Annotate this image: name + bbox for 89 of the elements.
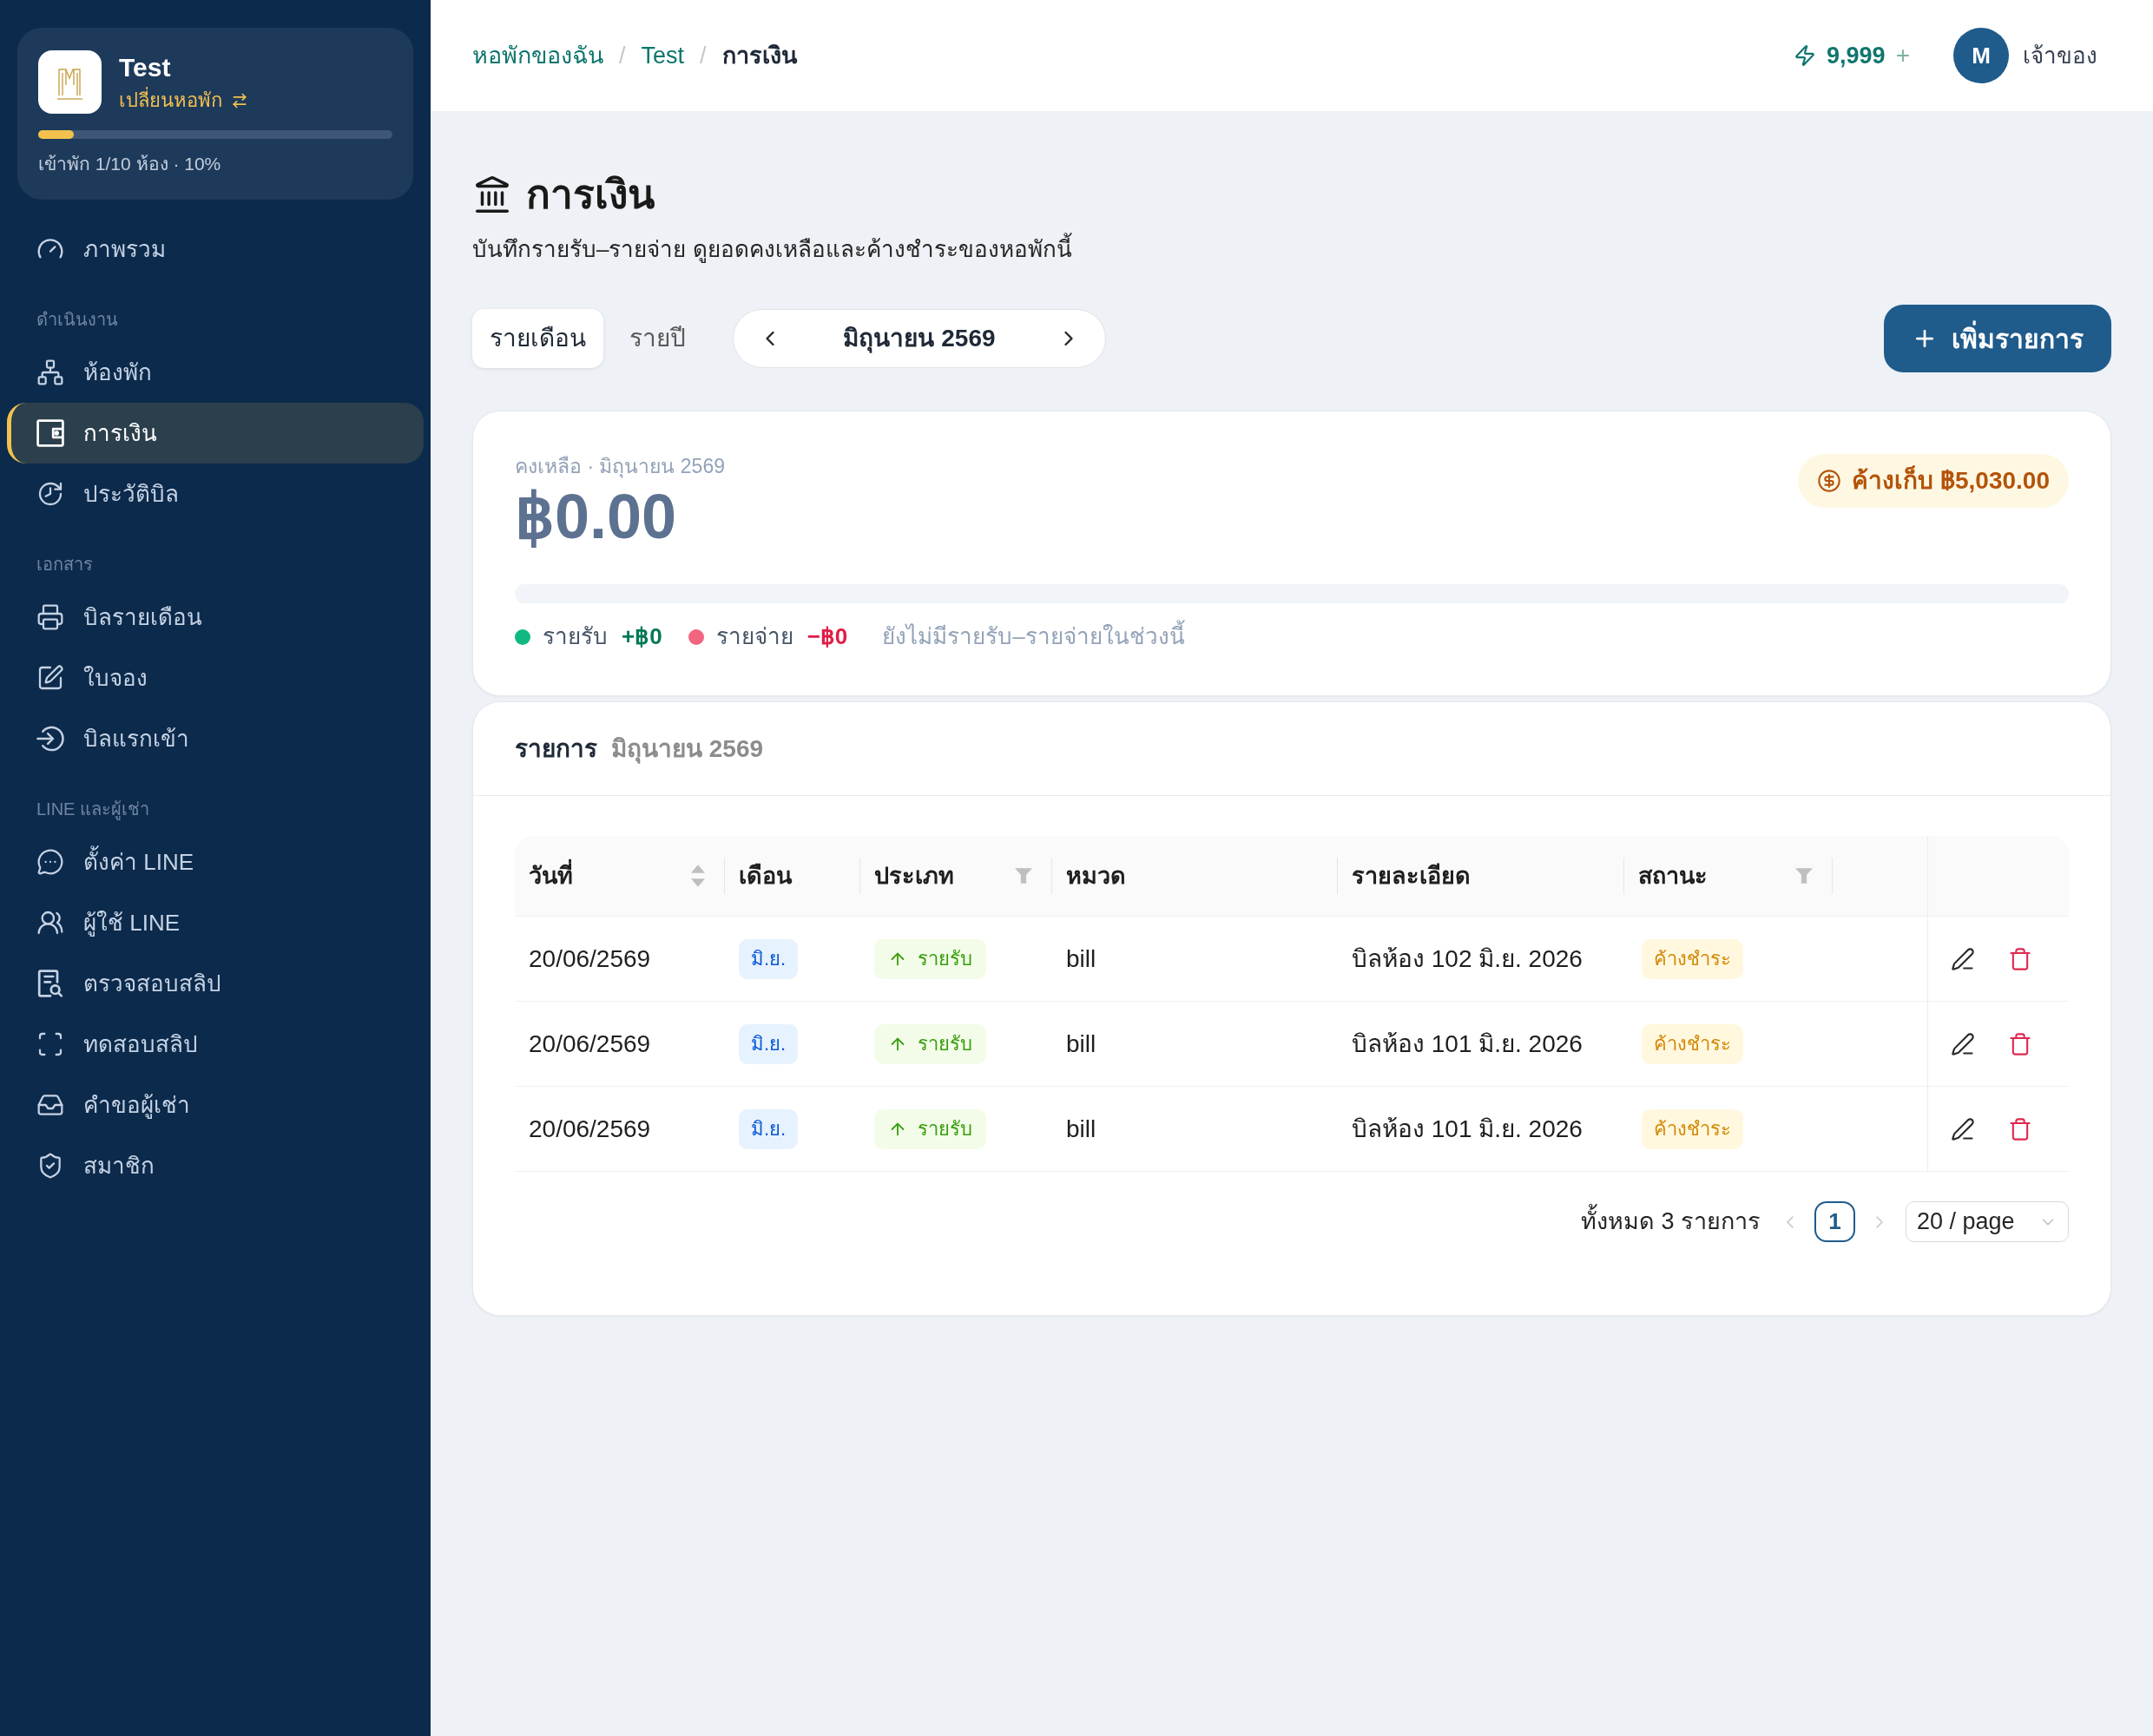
status-tag: ค้างชำระ [1642, 1023, 1743, 1064]
nav-item[interactable]: ใบจอง [7, 648, 424, 708]
legend-label: รายจ่าย [715, 622, 793, 651]
nav-item[interactable]: ภาพรวม [7, 219, 424, 279]
nav-item[interactable]: ตั้งค่า LINE [7, 832, 424, 892]
nav-section-heading: ดำเนินงาน [36, 310, 118, 329]
credit-balance: 9,999 [1827, 41, 1886, 70]
period-tab[interactable]: รายปี [612, 309, 703, 368]
empty-note: ยังไม่มีรายรับ–รายจ่ายในช่วงนี้ [882, 620, 1185, 654]
add-entry-button[interactable]: เพิ่มรายการ [1884, 305, 2111, 372]
users-icon [36, 909, 64, 937]
pencil-icon[interactable] [1951, 946, 1975, 971]
status-tag: ค้างชำระ [1642, 938, 1743, 979]
nav-item[interactable]: ห้องพัก [7, 342, 424, 403]
nav-item[interactable]: การเงิน [7, 403, 424, 464]
enter-icon [36, 725, 64, 753]
nav-item[interactable]: ตรวจสอบสลิป [7, 953, 424, 1014]
property-name: Test [119, 51, 172, 83]
page-size-select[interactable]: 20 / page [1906, 1201, 2069, 1242]
history-icon [36, 480, 64, 508]
column-header: สถานะ [1638, 861, 1708, 891]
occupancy-label: เข้าพัก 1/10 ห้อง · 10% [38, 154, 221, 174]
switch-property-link[interactable]: เปลี่ยนหอพัก [119, 87, 248, 114]
table-cell-text: 20/06/2569 [529, 1114, 651, 1144]
table-cell-text: บิลห้อง 102 มิ.ย. 2026 [1352, 944, 1583, 974]
nav-item[interactable]: บิลรายเดือน [7, 587, 424, 648]
nav-item[interactable]: คำขอผู้เช่า [7, 1075, 424, 1135]
type-label: รายรับ [918, 1117, 972, 1141]
month-tag: มิ.ย. [739, 938, 799, 979]
table-cell-text: บิลห้อง 101 มิ.ย. 2026 [1352, 1029, 1583, 1059]
nav-section-heading: LINE และผู้เช่า [36, 799, 150, 819]
legend-label: รายรับ [543, 622, 608, 651]
printer-icon [36, 603, 64, 631]
lightning-icon [1794, 44, 1817, 67]
nav-item[interactable]: บิลแรกเข้า [7, 708, 424, 769]
month-label: มิถุนายน 2569 [843, 324, 996, 355]
period-tab[interactable]: รายเดือน [472, 309, 603, 368]
balance-caption: คงเหลือ · มิถุนายน 2569 [515, 454, 725, 480]
month-tag: มิ.ย. [739, 1108, 799, 1149]
breadcrumb-link[interactable]: Test [641, 37, 685, 74]
page-title: การเงิน [526, 171, 655, 219]
table-cell-text: 20/06/2569 [529, 1029, 651, 1059]
table-cell-text: bill [1066, 944, 1096, 974]
trash-icon[interactable] [2008, 946, 2032, 971]
nav-item[interactable]: ประวัติบิล [7, 464, 424, 524]
section-period: มิถุนายน 2569 [611, 733, 764, 766]
outstanding-amount: ค้างเก็บ ฿5,030.00 [1852, 464, 2050, 496]
breadcrumb-current: การเงิน [721, 41, 797, 70]
legend-amount: +฿0 [622, 622, 662, 651]
wallet-icon [36, 419, 64, 447]
column-header: หมวด [1066, 861, 1126, 891]
user-role: เจ้าของ [2023, 41, 2097, 70]
table-cell-text: bill [1066, 1029, 1096, 1059]
column-header: วันที่ [529, 858, 573, 894]
coin-icon [1817, 469, 1842, 493]
breadcrumb-separator: / [619, 41, 626, 70]
nav-item[interactable]: สมาชิก [7, 1135, 424, 1196]
breadcrumb-separator: / [700, 41, 707, 70]
type-label: รายรับ [918, 947, 972, 971]
document-search-icon [36, 970, 64, 997]
trash-icon[interactable] [2008, 1031, 2032, 1056]
column-header: ประเภท [874, 861, 954, 891]
pencil-icon[interactable] [1951, 1031, 1975, 1056]
legend-amount: −฿0 [807, 622, 848, 651]
nav-item[interactable]: ผู้ใช้ LINE [7, 892, 424, 953]
table-cell-text: bill [1066, 1114, 1096, 1144]
balance-amount: ฿0.00 [515, 481, 678, 553]
column-header: รายละเอียด [1352, 861, 1471, 891]
trash-icon[interactable] [2008, 1116, 2032, 1141]
chat-bubble-icon [36, 848, 64, 876]
table-cell-text: 20/06/2569 [529, 944, 651, 974]
column-header: เดือน [739, 861, 792, 891]
section-title: รายการ [515, 733, 597, 764]
pencil-icon[interactable] [1951, 1116, 1975, 1141]
table-cell-text: บิลห้อง 101 มิ.ย. 2026 [1352, 1114, 1583, 1144]
page-button[interactable]: 1 [1814, 1201, 1855, 1242]
sitemap-icon [36, 358, 64, 386]
breadcrumb-link[interactable]: หอพักของฉัน [472, 37, 603, 74]
pagination-total: ทั้งหมด 3 รายการ [1580, 1204, 1761, 1240]
month-tag: มิ.ย. [739, 1023, 799, 1064]
type-label: รายรับ [918, 1032, 972, 1056]
nav-item[interactable]: ทดสอบสลิป [7, 1014, 424, 1075]
logo-icon [38, 50, 102, 114]
user-avatar[interactable]: M [1953, 28, 2009, 83]
status-tag: ค้างชำระ [1642, 1108, 1743, 1149]
scan-frame-icon [36, 1030, 64, 1058]
nav-section-heading: เอกสาร [36, 555, 93, 574]
swap-arrows-icon [231, 91, 248, 109]
edit-square-icon [36, 664, 64, 692]
